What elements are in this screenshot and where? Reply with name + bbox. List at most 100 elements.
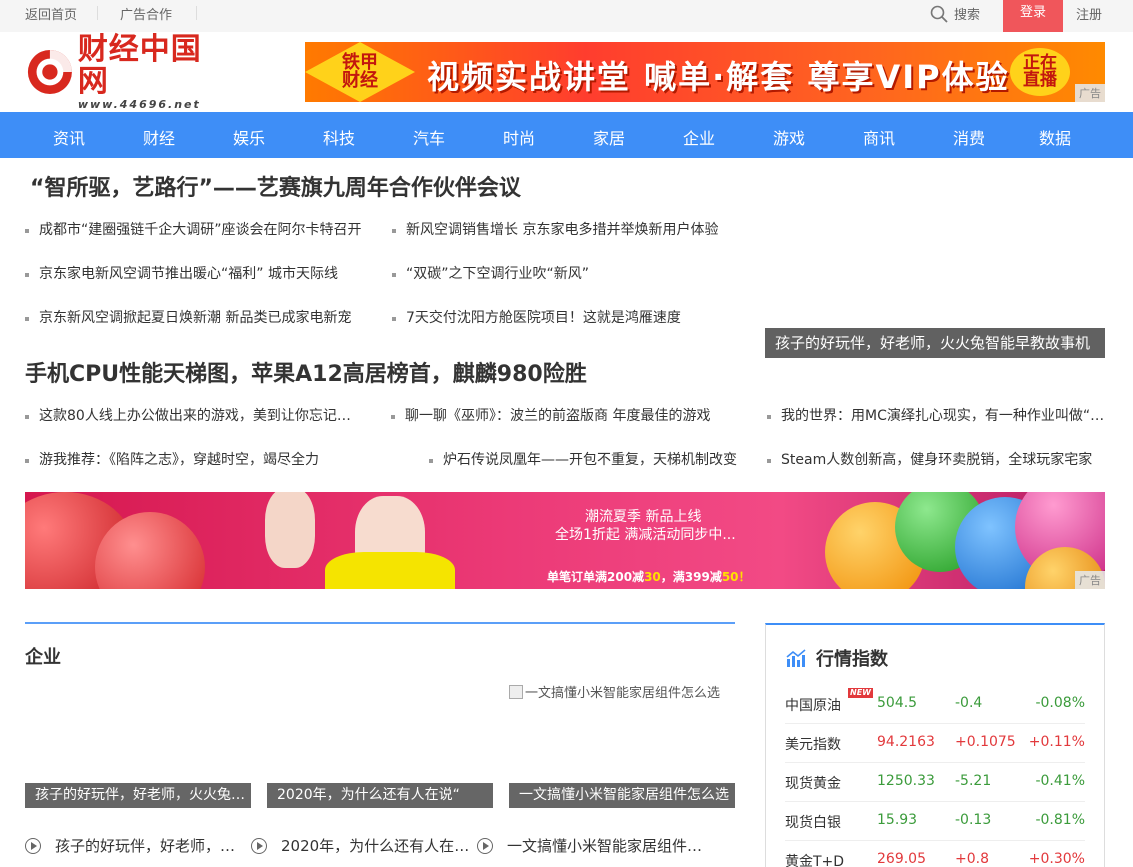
news-item[interactable]: 我的世界：用MC演绎扎心现实，有一种作业叫做“寒假作业” bbox=[767, 406, 1105, 426]
ad-coop-link[interactable]: 广告合作 bbox=[120, 4, 172, 23]
news-item[interactable]: “双碳”之下空调行业吹“新风” bbox=[392, 264, 727, 284]
nav-item-business[interactable]: 商讯 bbox=[863, 125, 895, 149]
market-name: 中国原油 bbox=[785, 698, 841, 714]
promo-line-1: 潮流夏季 新品上线 bbox=[585, 509, 702, 525]
new-badge: NEW bbox=[848, 688, 873, 698]
news-item[interactable]: 炉石传说凤凰年——开包不重复，天梯机制改变 bbox=[429, 450, 761, 470]
live-badge: 正在直播 bbox=[1010, 48, 1070, 96]
thumb-caption[interactable]: 一文搞懂小米智能家居组件怎么选 bbox=[509, 783, 735, 808]
news-item[interactable]: 成都市“建圈强链千企大调研”座谈会在阿尔卡特召开 bbox=[25, 220, 370, 240]
market-name: 美元指数 bbox=[785, 737, 841, 753]
market-change: -0.13 bbox=[955, 812, 992, 828]
video-item[interactable]: 孩子的好玩伴，好老师，火火兔智能早教故事机 bbox=[25, 835, 249, 856]
top-banner-ad[interactable]: 铁甲财经 视频实战讲堂 喊单·解套 尊享VIP体验 正在直播 广告 bbox=[305, 42, 1105, 102]
news-item[interactable]: 7天交付沈阳方舱医院项目！这就是鸿雁速度 bbox=[392, 308, 727, 328]
headline-title[interactable]: 手机CPU性能天梯图，苹果A12高居榜首，麒麟980险胜 bbox=[25, 356, 587, 388]
video-title: 孩子的好玩伴，好老师，火火兔智能早教故事机 bbox=[55, 837, 249, 855]
nav-item-tech[interactable]: 科技 bbox=[323, 125, 355, 149]
market-value: 15.93 bbox=[877, 812, 918, 828]
nav-item-data[interactable]: 数据 bbox=[1039, 125, 1071, 149]
news-item[interactable]: Steam人数创新高，健身环卖脱销，全球玩家宅家 bbox=[767, 450, 1099, 470]
logo-url: www.44696.net bbox=[77, 97, 201, 111]
register-link[interactable]: 注册 bbox=[1076, 4, 1102, 23]
site-logo[interactable]: 财经中国网 www.44696.net bbox=[26, 33, 226, 111]
market-title: 行情指数 bbox=[816, 649, 888, 670]
news-item[interactable]: 新风空调销售增长 京东家电多措并举焕新用户体验 bbox=[392, 220, 727, 240]
market-row[interactable]: 现货白银 15.93 -0.13 -0.81% bbox=[785, 802, 1085, 841]
market-pct: +0.11% bbox=[1028, 734, 1085, 750]
market-pct: +0.30% bbox=[1028, 851, 1085, 867]
broken-image-icon bbox=[509, 684, 523, 699]
market-value: 504.5 bbox=[877, 695, 918, 711]
video-title: 一文搞懂小米智能家居组件怎么选 bbox=[507, 837, 703, 855]
logo-swirl-icon bbox=[27, 50, 72, 94]
divider bbox=[97, 6, 98, 20]
section-divider bbox=[25, 622, 735, 624]
broken-image-alt: 一文搞懂小米智能家居组件怎么选 bbox=[525, 686, 721, 701]
nav-item-home[interactable]: 家居 bbox=[593, 125, 625, 149]
video-title: 2020年，为什么还有人在说“ bbox=[281, 837, 475, 855]
market-value: 1250.33 bbox=[877, 773, 935, 789]
market-pct: -0.41% bbox=[1035, 773, 1085, 789]
thumb-caption[interactable]: 2020年，为什么还有人在说“ bbox=[267, 783, 493, 808]
news-item[interactable]: 聊一聊《巫师》：波兰的前盗版商 年度最佳的游戏 bbox=[391, 406, 726, 426]
nav-item-enterprise[interactable]: 企业 bbox=[683, 125, 715, 149]
nav-item-news[interactable]: 资讯 bbox=[53, 125, 85, 149]
news-item[interactable]: 京东家电新风空调节推出暖心“福利” 城市天际线 bbox=[25, 264, 360, 284]
play-icon bbox=[477, 837, 493, 854]
model-figure bbox=[325, 552, 455, 589]
top-bar: 返回首页 广告合作 搜索 登录 注册 bbox=[0, 0, 1133, 32]
nav-item-auto[interactable]: 汽车 bbox=[413, 125, 445, 149]
section-title: 企业 bbox=[25, 647, 61, 668]
market-change: -0.4 bbox=[955, 695, 983, 711]
news-item[interactable]: 京东新风空调掀起夏日焕新潮 新品类已成家电新宠 bbox=[25, 308, 365, 328]
ad-slogan: 视频实战讲堂 喊单·解套 尊享VIP体验 bbox=[427, 58, 1010, 96]
ad-badge-text: 铁甲财经 bbox=[342, 52, 378, 91]
thumb-caption[interactable]: 孩子的好玩伴，好老师，火火兔智能早教故事机 bbox=[25, 783, 251, 808]
login-button[interactable]: 登录 bbox=[1003, 0, 1063, 32]
ad-badge: 铁甲财经 bbox=[305, 42, 415, 102]
main-nav: 资讯 财经 娱乐 科技 汽车 时尚 家居 企业 游戏 商讯 消费 数据 bbox=[0, 112, 1133, 158]
nav-item-finance[interactable]: 财经 bbox=[143, 125, 175, 149]
live-badge-text: 正在直播 bbox=[1023, 53, 1057, 90]
promo-line-2: 全场1折起 满减活动同步中... bbox=[555, 527, 736, 543]
market-row[interactable]: 现货黄金 1250.33 -5.21 -0.41% bbox=[785, 763, 1085, 802]
ad-tag: 广告 bbox=[1075, 571, 1105, 589]
market-index-panel: 行情指数 中国原油 NEW 504.5 -0.4 -0.08% 美元指数 94.… bbox=[765, 623, 1105, 867]
market-value: 94.2163 bbox=[877, 734, 935, 750]
mid-banner-ad[interactable]: 潮流夏季 新品上线 全场1折起 满减活动同步中... 单笔订单满200减30，满… bbox=[25, 492, 1105, 589]
market-row[interactable]: 中国原油 NEW 504.5 -0.4 -0.08% bbox=[785, 685, 1085, 724]
logo-name: 财经中国网 bbox=[77, 31, 202, 99]
news-item[interactable]: 这款80人线上办公做出来的游戏，美到让你忘记呼吸 bbox=[25, 406, 360, 426]
video-item[interactable]: 一文搞懂小米智能家居组件怎么选 bbox=[477, 835, 703, 856]
market-pct: -0.08% bbox=[1035, 695, 1085, 711]
market-row[interactable]: 美元指数 94.2163 +0.1075 +0.11% bbox=[785, 724, 1085, 763]
market-row[interactable]: 黄金T+D 269.05 +0.8 +0.30% bbox=[785, 841, 1085, 867]
market-value: 269.05 bbox=[877, 851, 926, 867]
play-icon bbox=[251, 837, 267, 854]
divider bbox=[196, 6, 197, 20]
nav-item-fashion[interactable]: 时尚 bbox=[503, 125, 535, 149]
home-link[interactable]: 返回首页 bbox=[25, 4, 77, 23]
search-button[interactable]: 搜索 bbox=[930, 4, 980, 23]
ad-tag: 广告 bbox=[1075, 84, 1105, 102]
play-icon bbox=[25, 837, 41, 854]
promo-line-3: 单笔订单满200减30，满399减50！ bbox=[547, 570, 751, 584]
nav-item-consumer[interactable]: 消费 bbox=[953, 125, 985, 149]
broken-image[interactable]: 一文搞懂小米智能家居组件怎么选 bbox=[509, 682, 720, 701]
nav-item-entertainment[interactable]: 娱乐 bbox=[233, 125, 265, 149]
video-item[interactable]: 2020年，为什么还有人在说“ bbox=[251, 835, 475, 856]
market-change: +0.8 bbox=[955, 851, 989, 867]
nav-item-games[interactable]: 游戏 bbox=[773, 125, 805, 149]
side-image-caption[interactable]: 孩子的好玩伴，好老师，火火兔智能早教故事机 bbox=[765, 328, 1105, 358]
headline-title[interactable]: “智所驱，艺路行”——艺赛旗九周年合作伙伴会议 bbox=[30, 170, 521, 202]
market-name: 黄金T+D bbox=[785, 854, 845, 867]
market-change: +0.1075 bbox=[955, 734, 1016, 750]
search-label: 搜索 bbox=[954, 8, 981, 23]
market-name: 现货黄金 bbox=[785, 776, 841, 792]
news-item[interactable]: 游我推荐：《陷阵之志》，穿越时空，竭尽全力 bbox=[25, 450, 355, 470]
market-name: 现货白银 bbox=[785, 815, 841, 831]
chart-trend-icon bbox=[786, 649, 806, 667]
market-pct: -0.81% bbox=[1035, 812, 1085, 828]
market-change: -5.21 bbox=[955, 773, 992, 789]
